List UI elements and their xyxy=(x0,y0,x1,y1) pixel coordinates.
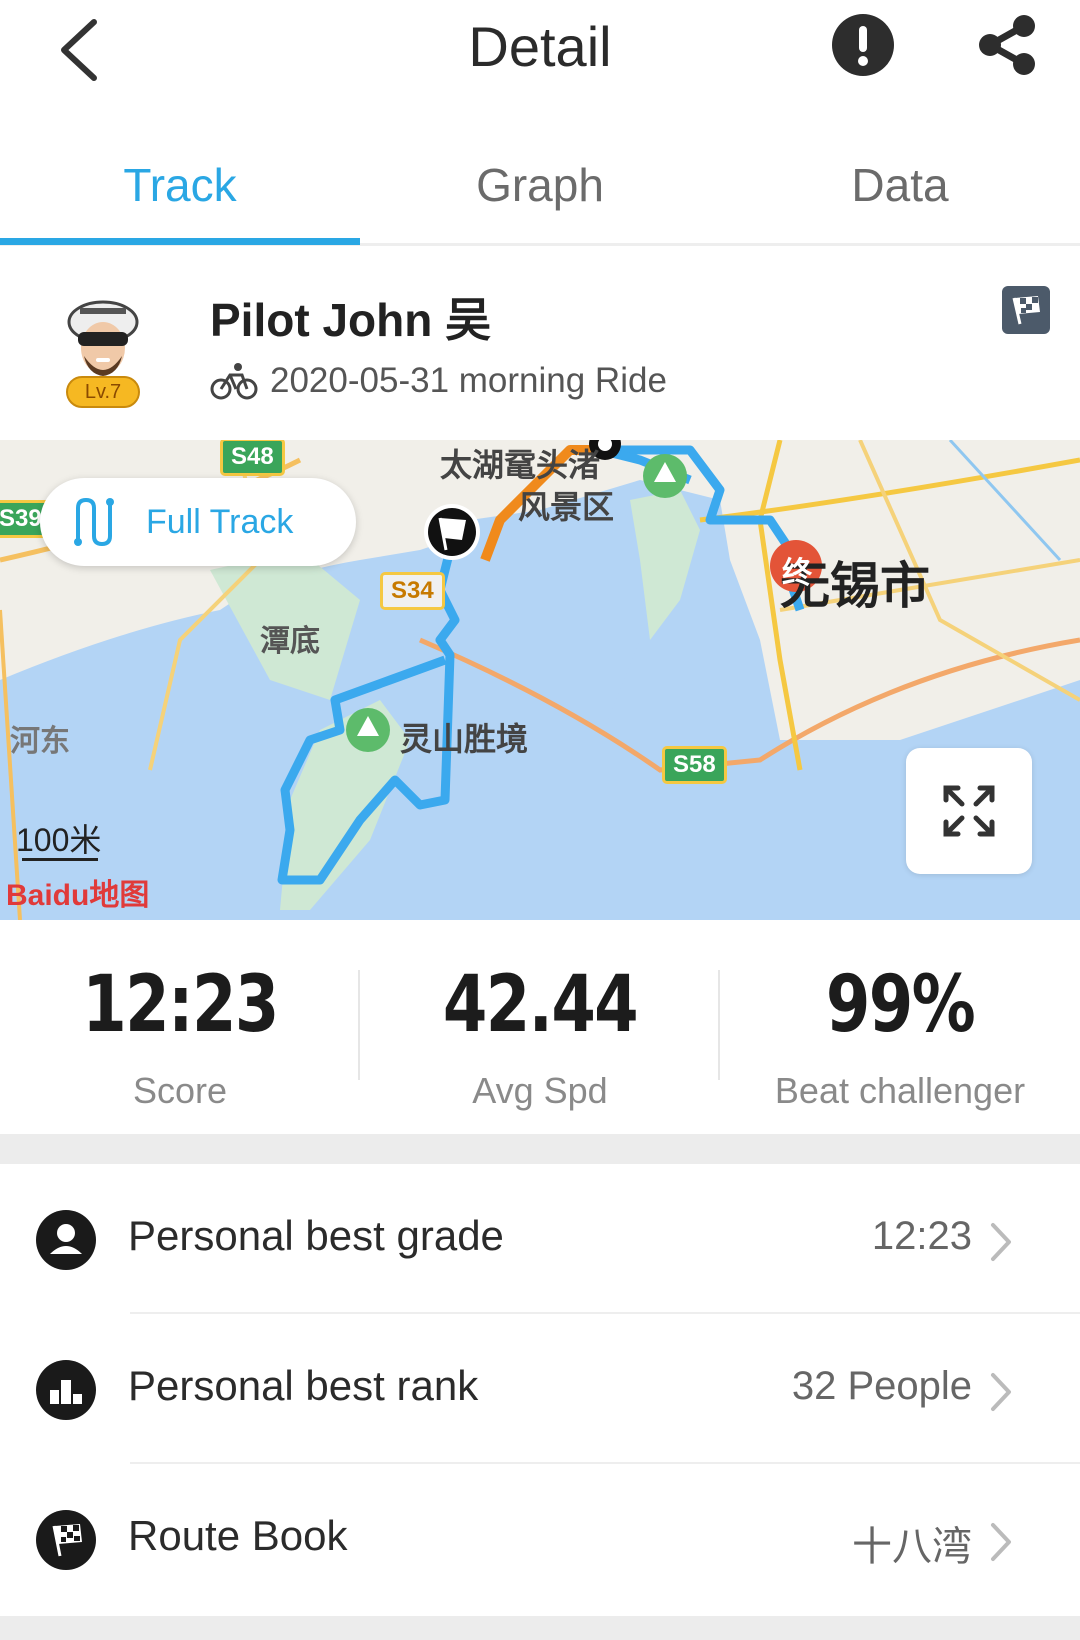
person-icon xyxy=(36,1210,96,1270)
list-item-value: 十八湾 xyxy=(852,1525,972,1569)
map-place-label: 灵山胜境 xyxy=(400,721,529,757)
stat-score: 12:23 Score xyxy=(0,960,360,1112)
tab-bar: Track Graph Data xyxy=(0,130,1080,246)
chevron-right-icon xyxy=(991,1373,1011,1411)
ride-date-type: 2020-05-31 morning Ride xyxy=(270,361,667,400)
map-place-label: 河东 xyxy=(10,725,70,758)
road-badge: S58 xyxy=(662,746,727,784)
road-badge: S48 xyxy=(220,440,285,476)
stat-label: Avg Spd xyxy=(472,1070,608,1111)
full-track-label: Full Track xyxy=(146,502,294,541)
tab-data[interactable]: Data xyxy=(720,158,1080,212)
tab-track[interactable]: Track xyxy=(0,158,360,212)
active-tab-indicator xyxy=(0,238,360,245)
bicycle-icon xyxy=(210,363,258,400)
list-item-best-rank[interactable]: Personal best rank 32 People xyxy=(0,1314,1080,1464)
map-place-label: 潭底 xyxy=(260,625,320,658)
list-item-label: Personal best rank xyxy=(128,1362,479,1409)
checkered-flag-icon xyxy=(36,1510,96,1570)
track-route-icon xyxy=(74,497,114,547)
fullscreen-button[interactable] xyxy=(906,748,1032,874)
ride-info: 2020-05-31 morning Ride xyxy=(210,356,667,406)
rider-name: Pilot John 吴 xyxy=(210,294,492,346)
map-provider-logo: Baidu地图 xyxy=(6,870,149,914)
map-scale-label: 100米 xyxy=(16,822,102,858)
stat-beat-challenger: 99% Beat challenger xyxy=(720,960,1080,1112)
map-scale-bar xyxy=(22,858,98,861)
chevron-right-icon xyxy=(991,1223,1011,1261)
route-flag-button[interactable] xyxy=(1002,286,1050,334)
stat-label: Beat challenger xyxy=(774,1070,1026,1111)
stat-value: 99% xyxy=(825,960,976,1050)
track-map[interactable]: 太湖鼋头渚 风景区 无锡市 潭底 灵山胜境 河东 终 S48 S39 S34 S… xyxy=(0,440,1080,920)
list-item-best-grade[interactable]: Personal best grade 12:23 xyxy=(0,1164,1080,1314)
list-item-label: Personal best grade xyxy=(128,1212,504,1259)
stats-panel: 12:23 Score 42.44 Avg Spd 99% Beat chall… xyxy=(0,920,1080,1134)
end-marker-label: 终 xyxy=(782,557,812,590)
podium-icon xyxy=(36,1360,96,1420)
page-title: Detail xyxy=(468,15,612,78)
app-header: Detail xyxy=(0,0,1080,100)
expand-icon xyxy=(943,785,995,837)
checkered-flag-icon xyxy=(1012,296,1040,325)
share-icon xyxy=(979,15,1035,75)
exclamation-icon xyxy=(832,14,894,76)
report-button[interactable] xyxy=(830,12,896,78)
stat-value: 12:23 xyxy=(82,960,279,1050)
stat-value: 42.44 xyxy=(442,960,639,1050)
share-button[interactable] xyxy=(972,10,1042,80)
list-item-route-book[interactable]: Route Book 十八湾 xyxy=(0,1464,1080,1614)
map-place-label: 风景区 xyxy=(518,489,615,525)
tab-graph[interactable]: Graph xyxy=(360,158,720,212)
stat-label: Score xyxy=(132,1070,228,1111)
road xyxy=(948,440,1062,562)
baidu-logo-text: Baidu地图 xyxy=(6,879,150,912)
rider-profile: Lv.7 Pilot John 吴 2020-05-31 morning Rid… xyxy=(0,248,1080,440)
map-place-label: 太湖鼋头渚 xyxy=(440,447,601,483)
list-item-value: 32 People xyxy=(791,1364,972,1408)
chevron-left-icon xyxy=(61,19,97,81)
stat-avg-speed: 42.44 Avg Spd xyxy=(360,960,720,1112)
section-separator xyxy=(0,1134,1080,1164)
list-item-label: Route Book xyxy=(128,1512,348,1559)
full-track-button[interactable]: Full Track xyxy=(40,478,356,566)
back-button[interactable] xyxy=(52,8,122,88)
road-badge: S34 xyxy=(380,572,445,610)
level-badge: Lv.7 xyxy=(66,376,140,408)
list-item-value: 12:23 xyxy=(871,1214,972,1258)
chevron-right-icon xyxy=(991,1523,1011,1561)
section-separator xyxy=(0,1616,1080,1640)
